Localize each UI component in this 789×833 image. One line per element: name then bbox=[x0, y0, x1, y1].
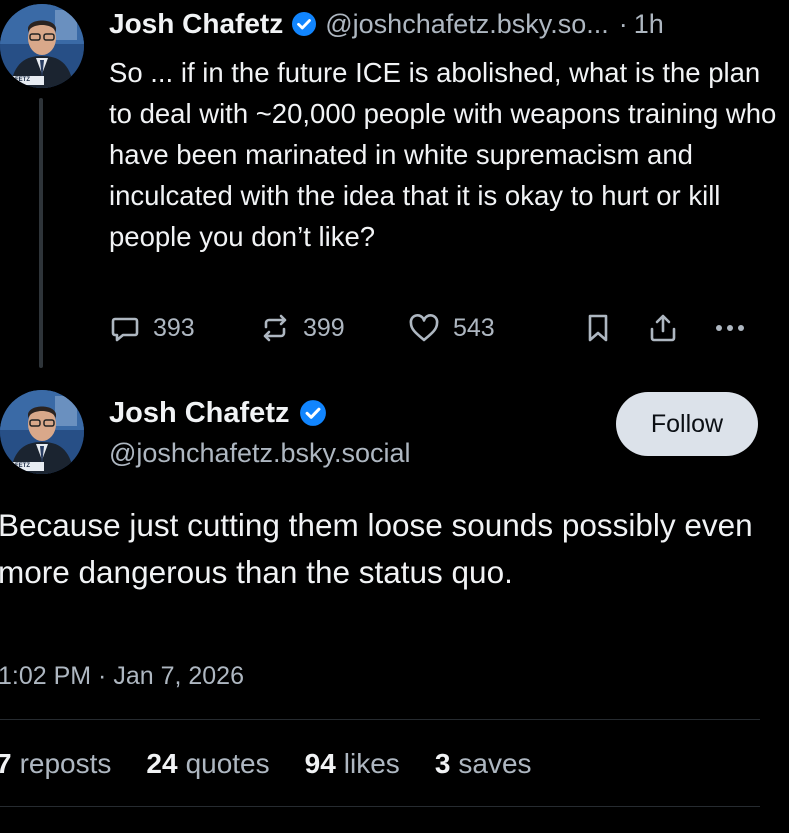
reply-icon bbox=[111, 317, 139, 342]
parent-post-text[interactable]: So ... if in the future ICE is abolished… bbox=[109, 52, 779, 257]
verified-badge-icon bbox=[291, 11, 317, 37]
bookmark-button[interactable] bbox=[583, 308, 613, 348]
main-post-text: Because just cutting them loose sounds p… bbox=[0, 507, 753, 590]
post-timestamp: 1:02 PM · Jan 7, 2026 bbox=[0, 662, 244, 690]
share-icon bbox=[650, 314, 676, 342]
parent-author-name[interactable]: Josh Chafetz bbox=[109, 8, 283, 40]
stat-number: 7 bbox=[0, 748, 12, 779]
more-options-button[interactable] bbox=[713, 308, 747, 348]
divider bbox=[0, 719, 760, 720]
repost-button[interactable]: 399 bbox=[259, 308, 345, 348]
main-author-avatar[interactable]: CHAFETZ bbox=[0, 390, 84, 474]
stat-quotes[interactable]: 24 quotes bbox=[146, 748, 269, 780]
avatar-image bbox=[0, 390, 84, 474]
stat-reposts[interactable]: 7 reposts bbox=[0, 748, 111, 780]
share-button[interactable] bbox=[647, 308, 679, 348]
repost-icon bbox=[263, 314, 287, 342]
thread-view: CHAFETZ Josh Chafetz @joshchafetz.bsky.s… bbox=[0, 0, 789, 833]
like-icon bbox=[409, 314, 439, 342]
stat-number: 3 bbox=[434, 748, 451, 779]
stat-number: 24 bbox=[146, 748, 178, 779]
parent-post-actions: 393 399 543 bbox=[109, 308, 759, 348]
stat-number: 94 bbox=[304, 748, 336, 779]
stat-label: quotes bbox=[185, 748, 270, 779]
stat-saves[interactable]: 3 saves bbox=[435, 748, 532, 780]
verified-badge-icon bbox=[299, 399, 327, 427]
meta-separator: · bbox=[618, 8, 628, 39]
thread-connector-line bbox=[39, 98, 43, 368]
divider bbox=[0, 806, 760, 807]
main-post-author-row: Josh Chafetz bbox=[109, 394, 327, 432]
stat-label: likes bbox=[343, 748, 400, 779]
like-button[interactable]: 543 bbox=[407, 308, 495, 348]
parent-author-avatar[interactable]: CHAFETZ bbox=[0, 4, 84, 88]
stat-label: reposts bbox=[19, 748, 112, 779]
like-count: 543 bbox=[453, 313, 495, 342]
avatar-caption: CHAFETZ bbox=[2, 77, 30, 83]
reply-button[interactable]: 393 bbox=[109, 308, 195, 348]
avatar-image bbox=[0, 4, 84, 88]
stat-likes[interactable]: 94 likes bbox=[305, 748, 400, 780]
engagement-stats: 7 reposts 24 quotes 94 likes 3 saves bbox=[0, 742, 567, 786]
parent-author-handle[interactable]: @joshchafetz.bsky.so... bbox=[325, 9, 609, 40]
main-author-handle[interactable]: @joshchafetz.bsky.social bbox=[109, 438, 411, 469]
avatar-caption: CHAFETZ bbox=[2, 463, 30, 469]
reply-count: 393 bbox=[153, 313, 195, 342]
bookmark-icon bbox=[588, 314, 608, 342]
repost-count: 399 bbox=[303, 313, 345, 342]
post-age[interactable]: 1h bbox=[634, 9, 664, 40]
main-author-name[interactable]: Josh Chafetz bbox=[109, 397, 289, 430]
more-icon bbox=[716, 325, 744, 331]
stat-label: saves bbox=[458, 748, 532, 779]
parent-post-header: Josh Chafetz @joshchafetz.bsky.so... · 1… bbox=[109, 6, 664, 42]
follow-button[interactable]: Follow bbox=[616, 392, 758, 456]
